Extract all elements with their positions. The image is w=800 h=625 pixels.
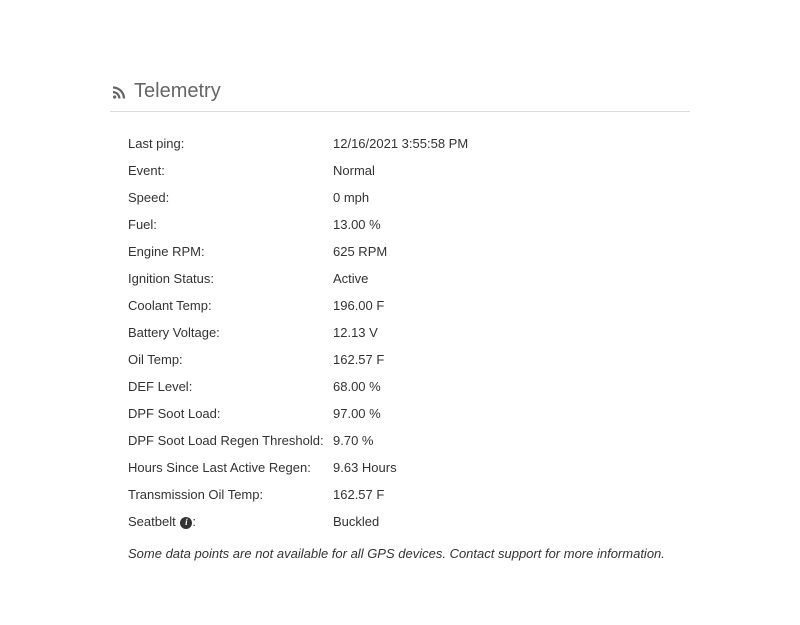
label-battery-voltage: Battery Voltage: [128,326,333,339]
info-icon[interactable]: i [180,517,192,529]
label-fuel: Fuel: [128,218,333,231]
rss-icon [110,83,128,101]
label-oil-temp: Oil Temp: [128,353,333,366]
value-fuel: 13.00 % [333,218,690,231]
row-fuel: Fuel: 13.00 % [128,211,690,238]
value-battery-voltage: 12.13 V [333,326,690,339]
row-seatbelt: Seatbelt i: Buckled [128,508,690,536]
row-oil-temp: Oil Temp: 162.57 F [128,346,690,373]
row-last-ping: Last ping: 12/16/2021 3:55:58 PM [128,130,690,157]
panel-title: Telemetry [134,80,221,103]
row-dpf-soot-load: DPF Soot Load: 97.00 % [128,400,690,427]
value-speed: 0 mph [333,191,690,204]
value-dpf-soot-load: 97.00 % [333,407,690,420]
row-speed: Speed: 0 mph [128,184,690,211]
row-dpf-regen-threshold: DPF Soot Load Regen Threshold: 9.70 % [128,427,690,454]
label-speed: Speed: [128,191,333,204]
label-def-level: DEF Level: [128,380,333,393]
row-ignition-status: Ignition Status: Active [128,265,690,292]
value-hours-since-regen: 9.63 Hours [333,461,690,474]
footer-note: Some data points are not available for a… [128,542,690,561]
value-last-ping: 12/16/2021 3:55:58 PM [333,137,690,150]
value-coolant-temp: 196.00 F [333,299,690,312]
value-def-level: 68.00 % [333,380,690,393]
label-seatbelt-text: Seatbelt [128,514,179,529]
row-event: Event: Normal [128,157,690,184]
telemetry-content: Last ping: 12/16/2021 3:55:58 PM Event: … [110,130,690,561]
row-hours-since-regen: Hours Since Last Active Regen: 9.63 Hour… [128,454,690,481]
label-ignition-status: Ignition Status: [128,272,333,285]
value-engine-rpm: 625 RPM [333,245,690,258]
label-seatbelt-colon: : [192,514,196,529]
label-dpf-regen-threshold: DPF Soot Load Regen Threshold: [128,434,333,447]
row-def-level: DEF Level: 68.00 % [128,373,690,400]
value-seatbelt: Buckled [333,515,690,529]
label-event: Event: [128,164,333,177]
row-engine-rpm: Engine RPM: 625 RPM [128,238,690,265]
label-hours-since-regen: Hours Since Last Active Regen: [128,461,333,474]
label-seatbelt: Seatbelt i: [128,515,333,529]
label-engine-rpm: Engine RPM: [128,245,333,258]
label-dpf-soot-load: DPF Soot Load: [128,407,333,420]
value-event: Normal [333,164,690,177]
row-transmission-oil-temp: Transmission Oil Temp: 162.57 F [128,481,690,508]
telemetry-panel-header: Telemetry [110,80,690,112]
value-oil-temp: 162.57 F [333,353,690,366]
row-battery-voltage: Battery Voltage: 12.13 V [128,319,690,346]
value-dpf-regen-threshold: 9.70 % [333,434,690,447]
label-coolant-temp: Coolant Temp: [128,299,333,312]
value-ignition-status: Active [333,272,690,285]
row-coolant-temp: Coolant Temp: 196.00 F [128,292,690,319]
label-last-ping: Last ping: [128,137,333,150]
label-transmission-oil-temp: Transmission Oil Temp: [128,488,333,501]
value-transmission-oil-temp: 162.57 F [333,488,690,501]
